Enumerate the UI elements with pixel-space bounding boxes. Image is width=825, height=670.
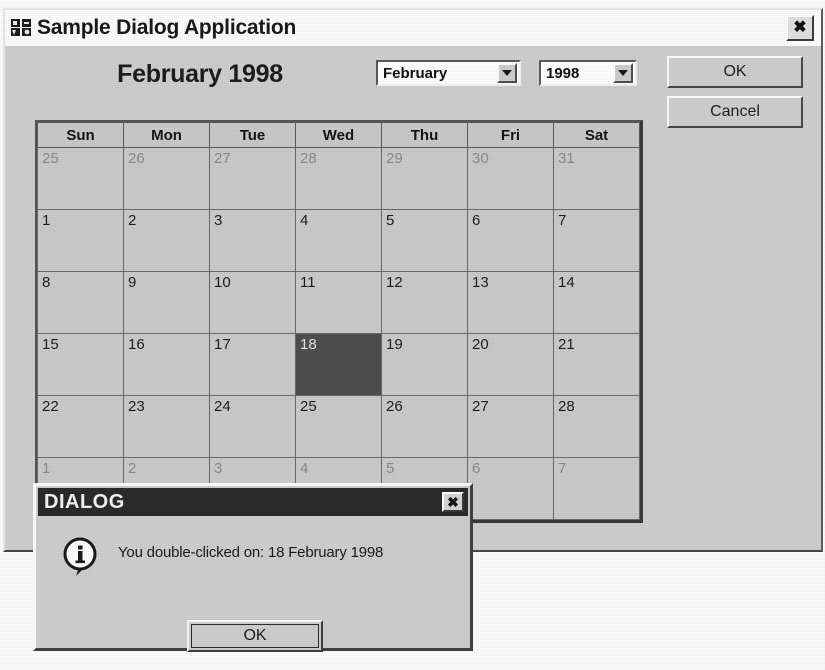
calendar-day-cell[interactable]: 9 xyxy=(123,271,210,334)
calendar-day-cell[interactable]: 28 xyxy=(295,147,382,210)
calendar-day-cell[interactable]: 10 xyxy=(209,271,296,334)
calendar-day-cell[interactable]: 1 xyxy=(37,209,124,272)
dialog-message-text: You double-clicked on: 18 February 1998 xyxy=(118,544,384,561)
calendar-day-cell[interactable]: 2 xyxy=(123,209,210,272)
window-client-area: February 1998 February 1998 OK Cancel Su… xyxy=(5,46,821,550)
calendar-day-cell[interactable]: 16 xyxy=(123,333,210,396)
calendar-grid[interactable]: Sun Mon Tue Wed Thu Fri Sat 25 26 27 28 29 30 31 1 2 3 4… xyxy=(35,120,643,523)
calendar-day-cell[interactable]: 17 xyxy=(209,333,296,396)
calendar-header-row: Sun Mon Tue Wed Thu Fri Sat xyxy=(37,122,640,148)
calendar-day-cell[interactable]: 4 xyxy=(295,209,382,272)
year-select-value: 1998 xyxy=(546,64,580,82)
window-titlebar: Sample Dialog Application ✖ xyxy=(5,10,821,46)
calendar-day-cell[interactable]: 12 xyxy=(381,271,468,334)
message-dialog: DIALOG ✖ You double-clicked on: 18 Febru… xyxy=(33,483,473,652)
ok-button[interactable]: OK xyxy=(667,56,803,88)
dialog-body: You double-clicked on: 18 February 1998 … xyxy=(38,518,468,652)
month-select[interactable]: February xyxy=(376,60,521,86)
chevron-down-icon[interactable] xyxy=(497,63,517,83)
calendar-day-cell[interactable]: 20 xyxy=(467,333,554,396)
calendar-day-header: Wed xyxy=(295,122,382,148)
calendar-day-cell[interactable]: 29 xyxy=(381,147,468,210)
calendar-day-cell[interactable]: 8 xyxy=(37,271,124,334)
table-row: 15 16 17 18 19 20 21 xyxy=(37,333,640,396)
month-select-value: February xyxy=(383,64,448,82)
dialog-close-icon[interactable]: ✖ xyxy=(442,492,464,512)
calendar-day-cell[interactable]: 7 xyxy=(553,209,640,272)
screenshot-root: Sample Dialog Application ✖ February 199… xyxy=(0,0,825,670)
calendar-day-cell[interactable]: 7 xyxy=(553,457,640,520)
calendar-day-header: Sun xyxy=(37,122,124,148)
dialog-ok-button-label: OK xyxy=(191,624,319,648)
dialog-ok-button[interactable]: OK xyxy=(187,620,323,652)
calendar-day-cell[interactable]: 25 xyxy=(37,147,124,210)
calendar-day-cell[interactable]: 31 xyxy=(553,147,640,210)
application-window: Sample Dialog Application ✖ February 199… xyxy=(3,8,823,552)
calendar-day-header: Tue xyxy=(209,122,296,148)
calendar-day-cell[interactable]: 22 xyxy=(37,395,124,458)
calendar-day-cell[interactable]: 15 xyxy=(37,333,124,396)
close-icon[interactable]: ✖ xyxy=(786,15,814,41)
calendar-day-header: Thu xyxy=(381,122,468,148)
calendar-day-cell[interactable]: 28 xyxy=(553,395,640,458)
calendar-day-cell[interactable]: 19 xyxy=(381,333,468,396)
calendar-day-cell[interactable]: 13 xyxy=(467,271,554,334)
calendar-day-cell[interactable]: 6 xyxy=(467,457,554,520)
calendar-day-cell[interactable]: 3 xyxy=(209,209,296,272)
chevron-down-icon[interactable] xyxy=(613,63,633,83)
calendar-day-cell[interactable]: 23 xyxy=(123,395,210,458)
table-row: 8 9 10 11 12 13 14 xyxy=(37,271,640,334)
calendar-day-header: Sat xyxy=(553,122,640,148)
calendar-table: Sun Mon Tue Wed Thu Fri Sat 25 26 27 28 29 30 31 1 2 3 4… xyxy=(37,122,640,520)
calendar-day-cell[interactable]: 21 xyxy=(553,333,640,396)
calendar-heading: February 1998 xyxy=(117,60,283,88)
calendar-day-cell[interactable]: 18 xyxy=(295,333,382,396)
dialog-titlebar: DIALOG ✖ xyxy=(38,488,468,516)
app-icon xyxy=(11,18,33,38)
info-icon xyxy=(60,536,102,578)
calendar-day-cell[interactable]: 5 xyxy=(381,209,468,272)
table-row: Sun Mon Tue Wed Thu Fri Sat xyxy=(37,122,640,148)
calendar-body: 25 26 27 28 29 30 31 1 2 3 4 5 6 7 8 9 10 11 12 13 14 15 16 17 1… xyxy=(37,147,640,520)
calendar-day-cell[interactable]: 30 xyxy=(467,147,554,210)
calendar-day-cell[interactable]: 27 xyxy=(467,395,554,458)
table-row: 22 23 24 25 26 27 28 xyxy=(37,395,640,458)
dialog-title: DIALOG xyxy=(44,490,125,513)
calendar-day-cell[interactable]: 25 xyxy=(295,395,382,458)
window-title: Sample Dialog Application xyxy=(37,16,297,39)
calendar-day-header: Mon xyxy=(123,122,210,148)
table-row: 25 26 27 28 29 30 31 xyxy=(37,147,640,210)
calendar-day-cell[interactable]: 26 xyxy=(123,147,210,210)
year-select[interactable]: 1998 xyxy=(539,60,637,86)
calendar-day-cell[interactable]: 27 xyxy=(209,147,296,210)
table-row: 1234567 xyxy=(37,209,640,272)
calendar-day-cell[interactable]: 26 xyxy=(381,395,468,458)
calendar-day-header: Fri xyxy=(467,122,554,148)
calendar-day-cell[interactable]: 6 xyxy=(467,209,554,272)
calendar-day-cell[interactable]: 24 xyxy=(209,395,296,458)
calendar-day-cell[interactable]: 14 xyxy=(553,271,640,334)
cancel-button[interactable]: Cancel xyxy=(667,96,803,128)
calendar-day-cell[interactable]: 11 xyxy=(295,271,382,334)
